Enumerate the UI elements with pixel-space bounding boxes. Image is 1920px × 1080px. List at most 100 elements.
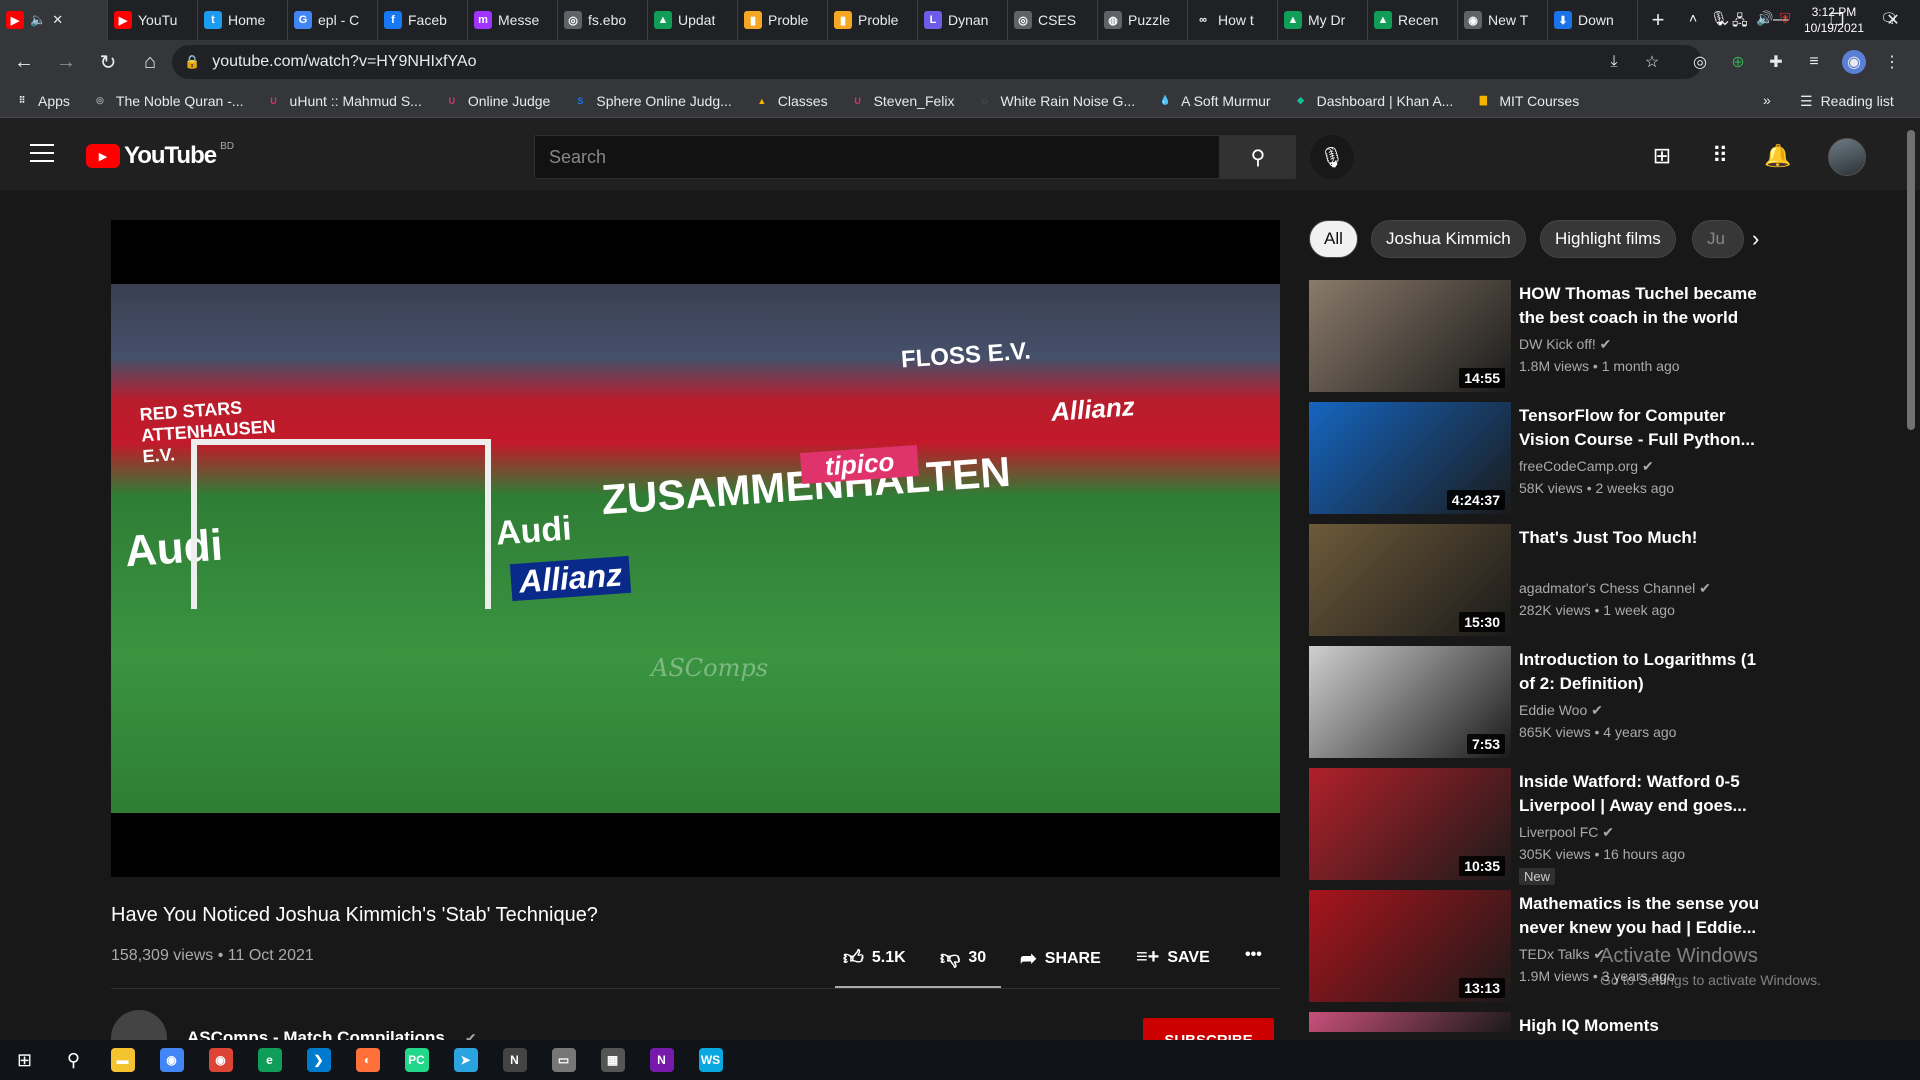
browser-tab[interactable]: ▲ Updat bbox=[648, 0, 738, 40]
video-player[interactable]: ZUSAMMENHALTEN Audi Audi Allianz tipico … bbox=[111, 220, 1280, 877]
more-actions-button[interactable]: ••• bbox=[1245, 946, 1262, 964]
recommended-video[interactable]: 15:30 That's Just Too Much! agadmator's Ch… bbox=[1309, 524, 1869, 636]
recommended-channel[interactable]: TEDx Talks ✔ bbox=[1519, 946, 1605, 963]
browser-tab[interactable]: ▶ 🔈 ✕ bbox=[0, 0, 108, 40]
recommended-video[interactable]: 10:35 Inside Watford: Watford 0-5 Liverpo… bbox=[1309, 768, 1869, 885]
telegram-taskbar-button[interactable]: ➤ bbox=[441, 1040, 490, 1080]
recommended-channel[interactable]: Eddie Woo ✔ bbox=[1519, 702, 1603, 719]
onenote-taskbar-button[interactable]: N bbox=[637, 1040, 686, 1080]
reading-list-button[interactable]: ☰ Reading list bbox=[1800, 84, 1894, 118]
bookmark-item[interactable]: S Sphere Online Judg... bbox=[572, 93, 731, 109]
chrome-alt-taskbar-button[interactable]: ◉ bbox=[196, 1040, 245, 1080]
browser-tab[interactable]: ▮ Proble bbox=[738, 0, 828, 40]
recommended-title[interactable]: HOW Thomas Tuchel became the best coach … bbox=[1519, 282, 1769, 330]
bookmark-item[interactable]: UuHunt :: Mahmud S... bbox=[266, 93, 422, 109]
extension-incognito-icon[interactable]: ◎ bbox=[1688, 50, 1712, 74]
file-explorer-taskbar-button[interactable]: ▬ bbox=[98, 1040, 147, 1080]
network-icon[interactable]: 🖧 bbox=[1732, 10, 1748, 34]
system-clock[interactable]: 3:12 PM 10/19/2021 bbox=[1804, 4, 1864, 36]
page-scrollbar[interactable] bbox=[1907, 130, 1915, 430]
recommended-channel[interactable]: freeCodeCamp.org ✔ bbox=[1519, 458, 1654, 475]
edge-taskbar-button[interactable]: e bbox=[245, 1040, 294, 1080]
firefox-taskbar-button[interactable]: ◐ bbox=[343, 1040, 392, 1080]
browser-tab[interactable]: Gepl - C bbox=[288, 0, 378, 40]
recommended-title[interactable]: High IQ Moments bbox=[1519, 1014, 1769, 1038]
bookmark-item[interactable]: ▇ MIT Courses bbox=[1475, 93, 1579, 109]
bookmark-star-icon[interactable]: ☆ bbox=[1640, 50, 1664, 74]
chrome-menu-icon[interactable]: ⋮ bbox=[1880, 50, 1904, 74]
search-input[interactable]: Search bbox=[534, 135, 1220, 179]
recommended-title[interactable]: Mathematics is the sense you never knew … bbox=[1519, 892, 1769, 940]
bookmark-item[interactable]: ◆ Dashboard | Khan A... bbox=[1293, 93, 1453, 109]
dislike-button[interactable]: 👎︎ 30 bbox=[940, 946, 986, 970]
create-video-icon[interactable]: ⊞ bbox=[1648, 142, 1676, 170]
video-thumbnail[interactable] bbox=[1309, 1012, 1511, 1032]
recommended-title[interactable]: Inside Watford: Watford 0-5 Liverpool | … bbox=[1519, 770, 1769, 818]
browser-tab[interactable]: ∞ How t bbox=[1188, 0, 1278, 40]
bookmarks-overflow-button[interactable]: » bbox=[1763, 92, 1771, 108]
save-button[interactable]: ≡+ SAVE bbox=[1136, 946, 1210, 969]
browser-tab[interactable]: f Faceb bbox=[378, 0, 468, 40]
browser-tab[interactable]: ◎ CSES bbox=[1008, 0, 1098, 40]
video-thumbnail[interactable]: 10:35 bbox=[1309, 768, 1511, 880]
new-tab-icon[interactable]: + bbox=[1638, 0, 1678, 40]
start-button[interactable]: ⊞ bbox=[0, 1040, 49, 1080]
media-control-icon[interactable]: ≡ bbox=[1802, 50, 1826, 74]
reload-icon[interactable]: ↻ bbox=[90, 44, 126, 80]
audio-playing-icon[interactable]: 🔈 bbox=[30, 12, 46, 28]
install-icon[interactable]: ⤓ bbox=[1602, 50, 1626, 74]
browser-tab[interactable]: ◎ fs.ebo bbox=[558, 0, 648, 40]
bookmark-item[interactable]: ▲ Classes bbox=[754, 93, 827, 109]
video-thumbnail[interactable]: 13:13 bbox=[1309, 890, 1511, 1002]
calculator-taskbar-button[interactable]: ▦ bbox=[588, 1040, 637, 1080]
terminal-taskbar-button[interactable]: ▭ bbox=[539, 1040, 588, 1080]
video-thumbnail[interactable]: 15:30 bbox=[1309, 524, 1511, 636]
address-bar[interactable]: 🔒 youtube.com/watch?v=HY9NHIxfYAo bbox=[172, 45, 1702, 79]
back-icon[interactable]: ← bbox=[6, 44, 42, 80]
recommended-video[interactable]: 4:24:37 TensorFlow for Computer Vision Co… bbox=[1309, 402, 1869, 514]
recommended-channel[interactable]: Liverpool FC ✔ bbox=[1519, 824, 1614, 841]
browser-tab[interactable]: L Dynan bbox=[918, 0, 1008, 40]
recommended-channel[interactable]: DW Kick off! ✔ bbox=[1519, 336, 1611, 353]
recommended-title[interactable]: TensorFlow for Computer Vision Course - … bbox=[1519, 404, 1769, 452]
tray-expand-icon[interactable]: ˄ bbox=[1689, 10, 1697, 26]
home-icon[interactable]: ⌂ bbox=[132, 44, 168, 80]
hamburger-menu-icon[interactable] bbox=[30, 144, 54, 164]
browser-tab[interactable]: ⬇ Down bbox=[1548, 0, 1638, 40]
close-tab-icon[interactable]: ✕ bbox=[52, 12, 63, 28]
notion-taskbar-button[interactable]: N bbox=[490, 1040, 539, 1080]
browser-tab[interactable]: ◉ New T bbox=[1458, 0, 1548, 40]
profile-icon[interactable]: ◉ bbox=[1842, 50, 1866, 74]
chrome-taskbar-button[interactable]: ◉ bbox=[147, 1040, 196, 1080]
browser-tab[interactable]: t Home bbox=[198, 0, 288, 40]
share-button[interactable]: ➦ SHARE bbox=[1020, 946, 1101, 971]
like-button[interactable]: 👍︎ 5.1K bbox=[843, 946, 906, 970]
apps-grid-icon[interactable]: ⠿ bbox=[1706, 142, 1734, 170]
security-tray-icon[interactable]: ⛨ bbox=[1780, 10, 1791, 27]
video-thumbnail[interactable]: 4:24:37 bbox=[1309, 402, 1511, 514]
bookmark-item[interactable]: U Online Judge bbox=[444, 93, 551, 109]
recommended-video[interactable]: 14:55 HOW Thomas Tuchel became the best c… bbox=[1309, 280, 1869, 392]
chip-ju[interactable]: Ju bbox=[1692, 220, 1744, 258]
search-taskbar-button[interactable]: ⚲ bbox=[49, 1040, 98, 1080]
chip-all[interactable]: All bbox=[1309, 220, 1358, 258]
browser-tab[interactable]: ▮ Proble bbox=[828, 0, 918, 40]
volume-icon[interactable]: 🔊 bbox=[1756, 10, 1773, 27]
extensions-puzzle-icon[interactable]: ✚ bbox=[1764, 50, 1788, 74]
browser-tab[interactable]: ▶ YouTu bbox=[108, 0, 198, 40]
browser-tab[interactable]: ▲ Recen bbox=[1368, 0, 1458, 40]
recommended-channel[interactable]: agadmator's Chess Channel ✔ bbox=[1519, 580, 1711, 597]
browser-tab[interactable]: ◍ Puzzle bbox=[1098, 0, 1188, 40]
account-avatar[interactable] bbox=[1828, 138, 1866, 176]
extension-plus-icon[interactable]: ⊕ bbox=[1726, 50, 1750, 74]
pycharm-taskbar-button[interactable]: PC bbox=[392, 1040, 441, 1080]
voice-search-button[interactable]: 🎙 bbox=[1310, 135, 1354, 179]
recommended-title[interactable]: That's Just Too Much! bbox=[1519, 526, 1769, 550]
microphone-tray-icon[interactable]: 🎙 bbox=[1710, 10, 1728, 27]
youtube-logo[interactable]: ▶ YouTube BD bbox=[86, 141, 234, 170]
video-thumbnail[interactable]: 7:53 bbox=[1309, 646, 1511, 758]
bookmark-item[interactable]: 💧 A Soft Murmur bbox=[1157, 93, 1271, 109]
vscode-taskbar-button[interactable]: ❯ bbox=[294, 1040, 343, 1080]
bookmark-item[interactable]: ◎ The Noble Quran -... bbox=[92, 93, 244, 109]
action-center-icon[interactable]: 🗨 bbox=[1880, 10, 1898, 27]
